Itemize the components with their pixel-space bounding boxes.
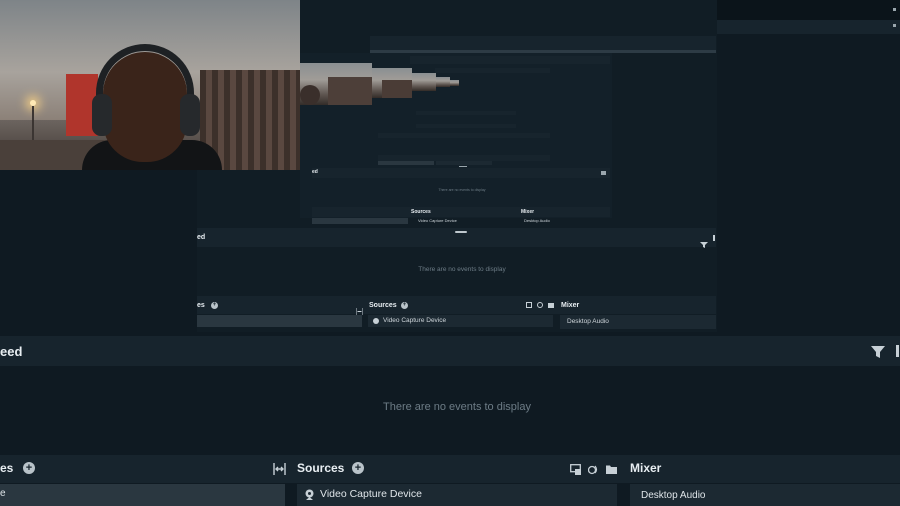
tunnel-mini-feedbar: [416, 111, 516, 115]
nested-webcam-icon: [373, 318, 379, 324]
add-source-button[interactable]: +: [352, 462, 364, 474]
add-scene-button[interactable]: +: [23, 462, 35, 474]
nested-empty-message: There are no events to display: [418, 266, 506, 273]
tunnel-mini-row: [378, 161, 434, 165]
mixer-channel-label: Desktop Audio: [641, 490, 706, 501]
webcam-preview-level-4: [412, 73, 436, 91]
nested-folder-icon: [548, 303, 554, 308]
nested-add-scene-icon: +: [211, 302, 218, 309]
webcam-video-feed: [0, 0, 300, 170]
webcam-icon: [304, 488, 315, 500]
nested-feed-title: ed: [197, 234, 206, 241]
nested-collapse-icon: [355, 302, 364, 315]
nested-audio-icon: [537, 302, 543, 308]
webcam-preview-level-3: [372, 68, 412, 98]
tunnel-level-4-top: [410, 56, 610, 64]
tunnel-dot: [893, 24, 896, 27]
nested-dock-header: [197, 296, 716, 314]
nested-sources-title: Sources: [369, 302, 397, 309]
studio-mode-icon[interactable]: [570, 462, 581, 475]
nested-mixer-title: Mixer: [561, 302, 580, 309]
headphones-left-cup: [92, 94, 112, 136]
nested-scene-row: [197, 315, 362, 327]
audio-settings-icon[interactable]: [587, 462, 599, 475]
tunnel-level-3-handle: [459, 166, 467, 167]
scenes-title: es: [0, 461, 14, 475]
tunnel-level-3-feed-title: ed: [312, 169, 318, 175]
filter-icon[interactable]: [871, 345, 885, 358]
tunnel-level-3-scene-row: [312, 218, 408, 224]
tunnel-dot: [893, 8, 896, 11]
tunnel-mini-dockbar: [416, 124, 516, 128]
folder-icon[interactable]: [606, 462, 617, 474]
event-feed-title: eed: [0, 344, 23, 359]
headphones-right-cup: [180, 94, 200, 136]
nested-filter-icon: [700, 235, 708, 248]
event-feed-header: [0, 336, 900, 366]
feed-options-handle[interactable]: [896, 345, 899, 357]
nested-mixer-item: Desktop Audio: [567, 318, 609, 325]
scenes-header: [0, 455, 291, 483]
tunnel-level-3-empty: There are no events to display: [438, 188, 486, 192]
tunnel-level-3-sources-title: Sources: [411, 209, 431, 215]
scene-list-item-label: e: [0, 488, 6, 499]
nested-more-bar: [713, 235, 715, 241]
tunnel-level-3-mixer-item: Desktop Audio: [524, 218, 550, 223]
collapse-horizontal-icon[interactable]: [273, 462, 286, 475]
tunnel-mini-feedbar-2: [378, 133, 550, 138]
mixer-title: Mixer: [630, 461, 662, 475]
webcam-preview-level-6: [450, 80, 459, 86]
nested-scenes-title: es: [197, 302, 205, 309]
webcam-preview-level-2: [300, 63, 372, 105]
tunnel-level-3-dockbar: [312, 207, 610, 217]
nested-studio-mode-icon: [526, 302, 532, 308]
tunnel-level-5-top: [435, 68, 550, 73]
sources-title: Sources: [297, 461, 345, 475]
event-feed-empty-message: There are no events to display: [383, 401, 531, 413]
tunnel-level-3-mixer-title: Mixer: [521, 209, 535, 215]
nested-feed-drag-handle: [455, 231, 467, 233]
webcam-preview-level-5: [436, 77, 450, 87]
mixer-header: [623, 455, 900, 483]
tunnel-level-3-feedbar: [312, 168, 610, 178]
nested-add-source-icon: +: [401, 302, 408, 309]
scene-list-item[interactable]: [0, 484, 285, 506]
nested-source-item: Video Capture Device: [383, 317, 447, 324]
tunnel-level-3-filter-icon: [601, 171, 606, 175]
tunnel-level-3-top: [370, 36, 716, 50]
tunnel-mini-row: [436, 161, 492, 165]
tunnel-level-3-source-item: Video Capture Device: [418, 218, 457, 223]
source-list-item-label: Video Capture Device: [320, 488, 422, 500]
